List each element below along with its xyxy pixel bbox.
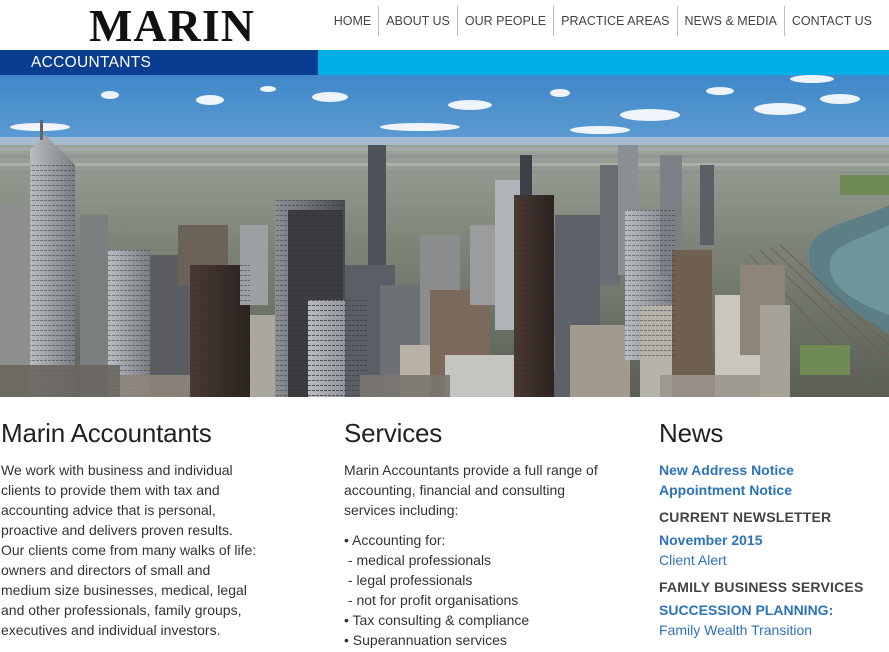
family-business-heading: FAMILY BUSINESS SERVICES: [659, 579, 864, 595]
family-wealth-transition-link[interactable]: Family Wealth Transition: [659, 620, 889, 640]
brand-subtitle: ACCOUNTANTS: [31, 54, 152, 71]
services-list-item: • Superannuation services: [344, 632, 507, 648]
intro-column: Marin Accountants We work with business …: [1, 418, 291, 640]
site-header: MARIN HOME ABOUT US OUR PEOPLE PRACTICE …: [0, 0, 889, 50]
nav-about-us[interactable]: ABOUT US: [378, 6, 457, 36]
intro-line: We work with business and individual: [1, 462, 233, 478]
newsletter-month-link[interactable]: November 2015: [659, 530, 889, 550]
intro-line: medium size businesses, medical, legal: [1, 582, 247, 598]
news-column: News New Address Notice Appointment Noti…: [659, 418, 889, 640]
nav-our-people[interactable]: OUR PEOPLE: [456, 6, 553, 36]
services-list-item: • Tax consulting & compliance: [344, 612, 530, 628]
intro-text: We work with business and individual cli…: [1, 460, 291, 640]
services-column: Services Marin Accountants provide a ful…: [344, 418, 634, 650]
site-logo[interactable]: MARIN: [89, 3, 255, 49]
nav-news-media[interactable]: NEWS & MEDIA: [676, 6, 784, 36]
brand-bar-dark: ACCOUNTANTS: [0, 50, 318, 75]
intro-heading: Marin Accountants: [1, 418, 212, 448]
news-heading: News: [659, 418, 724, 448]
services-list-item: - not for profit organisations: [344, 592, 519, 608]
nav-practice-areas[interactable]: PRACTICE AREAS: [553, 6, 676, 36]
intro-line: and other professionals, family groups,: [1, 602, 242, 618]
succession-planning-link[interactable]: SUCCESSION PLANNING:: [659, 600, 889, 620]
intro-line: executives and individual investors.: [1, 622, 221, 638]
client-alert-link[interactable]: Client Alert: [659, 550, 889, 570]
main-nav: HOME ABOUT US OUR PEOPLE PRACTICE AREAS …: [327, 6, 879, 36]
news-link-new-address[interactable]: New Address Notice: [659, 460, 889, 480]
news-link-appointment[interactable]: Appointment Notice: [659, 480, 889, 500]
intro-line: Our clients come from many walks of life…: [1, 542, 257, 558]
services-list-item: • Accounting for:: [344, 532, 446, 548]
intro-line: clients to provide them with tax and: [1, 482, 220, 498]
intro-line: owners and directors of small and: [1, 562, 211, 578]
services-line: services including:: [344, 502, 459, 518]
hero-city-image: [0, 75, 889, 397]
nav-contact-us[interactable]: CONTACT US: [783, 6, 879, 36]
services-list-item: - medical professionals: [344, 552, 492, 568]
services-line: accounting, financial and consulting: [344, 482, 566, 498]
newsletter-heading: CURRENT NEWSLETTER: [659, 509, 832, 525]
services-intro: Marin Accountants provide a full range o…: [344, 460, 634, 520]
services-list-item: - legal professionals: [344, 572, 473, 588]
brand-bar: ACCOUNTANTS: [0, 50, 889, 75]
nav-home[interactable]: HOME: [327, 6, 379, 36]
services-list: • Accounting for: - medical professional…: [344, 530, 634, 650]
intro-line: proactive and delivers proven results.: [1, 522, 233, 538]
services-heading: Services: [344, 418, 443, 448]
services-line: Marin Accountants provide a full range o…: [344, 462, 598, 478]
intro-line: accounting advice that is personal,: [1, 502, 216, 518]
